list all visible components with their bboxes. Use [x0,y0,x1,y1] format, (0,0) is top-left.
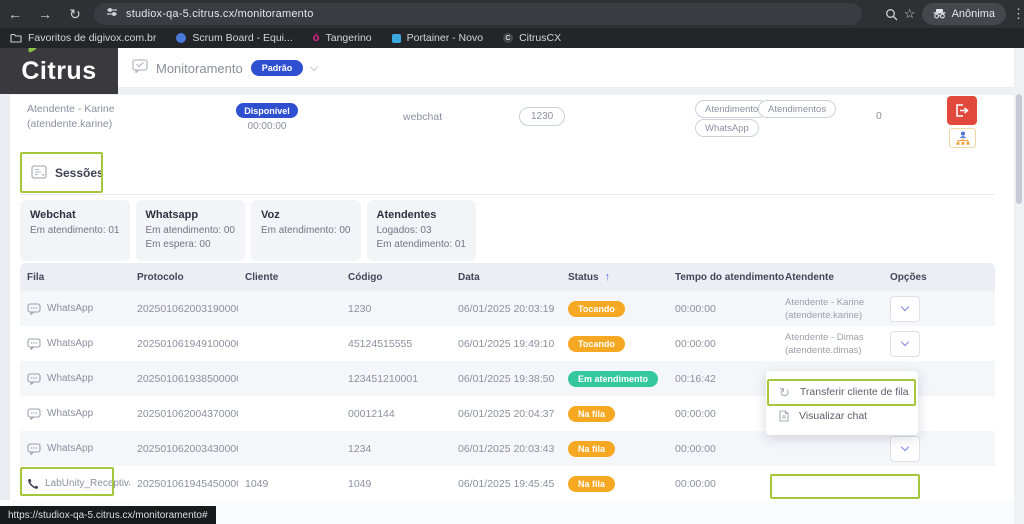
table-row: WhatsApp 20250106200319000013 1230 06/01… [20,291,995,326]
agent-status-badge: Disponível [236,103,298,118]
agent-code-pill: 1230 [519,107,565,126]
status-badge: Tocando [568,301,625,317]
bookmark-scrum-board[interactable]: Scrum Board - Equi... [176,32,292,44]
page-title: Monitoramento [156,61,243,76]
stat-card-voz: Voz Em atendimento: 00 [251,200,361,261]
menu-item-view-chat[interactable]: Visualizar chat [766,404,918,428]
site-info-icon[interactable] [106,5,118,23]
page-top-gap [0,88,1024,95]
column-header-cliente[interactable]: Cliente [238,272,341,283]
sync-icon: ↻ [779,386,790,399]
transfer-org-button[interactable] [949,128,976,148]
org-chart-icon [955,131,971,146]
browser-toolbar: ← → ↻ studiox-qa-5.citrus.cx/monitoramen… [0,0,1024,28]
chat-queue-icon [27,408,41,420]
options-button[interactable] [890,331,920,357]
status-badge: Na fila [568,406,615,422]
table-row: WhatsApp 20250106194910000012 4512451555… [20,326,995,361]
column-header-codigo[interactable]: Código [341,272,451,283]
agent-status-timer: 00:00:00 [236,121,298,132]
scrollbar-thumb[interactable] [1016,94,1022,204]
tangerino-favicon: ó [313,33,320,43]
options-button[interactable] [890,436,920,462]
agent-username: (atendente.karine) [27,117,115,132]
column-header-status[interactable]: Status↑ [561,271,668,283]
citrus-logo[interactable]: Citrus [0,48,118,94]
chat-queue-icon [27,303,41,315]
skill-tag-whatsapp: WhatsApp [695,119,759,137]
chevron-down-icon[interactable] [310,62,318,70]
chat-queue-icon [27,338,41,350]
bookmark-star-icon[interactable]: ☆ [904,6,916,22]
bookmark-citruscx[interactable]: C CitrusCX [503,32,561,44]
incognito-icon [933,9,946,19]
sessions-tab[interactable]: Sessões [20,152,103,193]
phone-queue-icon [27,478,39,490]
column-header-atendente[interactable]: Atendente [778,272,883,283]
chat-queue-icon [27,443,41,455]
agent-name: Atendente - Karine (atendente.karine) [27,102,115,132]
menu-item-transfer-queue[interactable]: ↻ Transferir cliente de fila [766,380,918,404]
stat-card-atendentes: Atendentes Logados: 03 Em atendimento: 0… [367,200,477,261]
status-badge: Em atendimento [568,371,658,387]
sessions-label: Sessões [55,166,104,180]
chevron-down-icon [901,303,909,311]
scrum-board-favicon [176,33,186,43]
agent-channel: webchat [403,111,442,123]
left-gutter [0,95,10,506]
scrollbar[interactable] [1014,48,1024,524]
chevron-down-icon [901,443,909,451]
table-row: LabUnity_Receptiva 20250106194545000011 … [20,466,995,501]
logout-button[interactable] [947,96,977,125]
logout-icon [955,104,969,117]
forward-button[interactable]: → [30,6,60,22]
search-icon[interactable] [885,8,898,21]
session-stats-cards: Webchat Em atendimento: 01 Whatsapp Em a… [20,200,476,261]
reload-button[interactable]: ↻ [60,6,90,23]
status-bar-link: https://studiox-qa-5.citrus.cx/monitoram… [0,506,216,524]
chat-queue-icon [27,373,41,385]
status-badge: Tocando [568,336,625,352]
status-badge: Na fila [568,476,615,492]
address-bar[interactable]: studiox-qa-5.citrus.cx/monitoramento [94,3,862,25]
citruscx-favicon: C [503,33,513,43]
column-header-protocolo[interactable]: Protocolo [130,272,238,283]
column-header-opcoes[interactable]: Opções [883,272,995,283]
incognito-label: Anônima [952,8,995,20]
bookmarks-bar: Favoritos de digivox.com.br Scrum Board … [0,28,1024,48]
options-button[interactable] [890,296,920,322]
bookmark-tangerino[interactable]: ó Tangerino [313,32,372,44]
bookmark-portainer[interactable]: Portainer - Novo [392,32,483,44]
stat-card-webchat: Webchat Em atendimento: 01 [20,200,130,261]
table-header-row: Fila Protocolo Cliente Código Data Statu… [20,263,995,291]
document-icon [779,410,789,422]
agent-count: 0 [876,110,882,122]
url-text: studiox-qa-5.citrus.cx/monitoramento [126,8,314,20]
bookmark-favoritos-folder[interactable]: Favoritos de digivox.com.br [10,32,156,44]
back-button[interactable]: ← [0,6,30,22]
section-divider [20,194,995,195]
status-badge: Na fila [568,441,615,457]
default-badge: Padrão [251,60,304,76]
monitoring-icon [132,59,148,78]
sessions-icon [31,165,47,180]
portainer-favicon [392,34,401,43]
browser-menu-icon[interactable]: ⋮ [1012,6,1022,22]
options-context-menu: ↻ Transferir cliente de fila Visualizar … [766,371,918,435]
stat-card-whatsapp: Whatsapp Em atendimento: 00 Em espera: 0… [136,200,246,261]
folder-icon [10,33,22,43]
chevron-down-icon [901,338,909,346]
skill-tag-atendimentos: Atendimentos [758,100,836,118]
column-header-tempo[interactable]: Tempo do atendimento [668,272,778,283]
incognito-badge[interactable]: Anônima [922,3,1006,25]
column-header-data[interactable]: Data [451,272,561,283]
table-row: WhatsApp 20250106200343000014 1234 06/01… [20,431,995,466]
sort-asc-icon[interactable]: ↑ [605,271,611,283]
column-header-fila[interactable]: Fila [20,272,130,283]
